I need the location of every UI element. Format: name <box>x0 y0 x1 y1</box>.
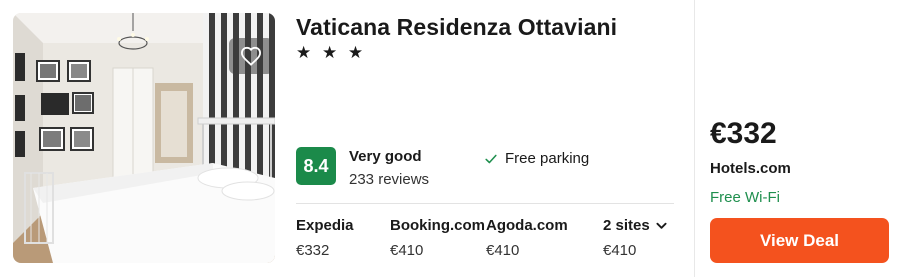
site-offer-agoda[interactable]: Agoda.com €410 <box>486 217 568 259</box>
hotel-star-rating: ★ ★ ★ <box>296 43 367 62</box>
site-name: Expedia <box>296 217 354 234</box>
hotel-result-card: Vaticana Residenza Ottaviani ★ ★ ★ 8.4 V… <box>0 0 906 277</box>
heart-icon <box>240 46 262 66</box>
review-count[interactable]: 233 reviews <box>349 171 429 188</box>
divider <box>296 203 674 204</box>
more-sites-label: 2 sites <box>603 217 650 234</box>
site-price: €332 <box>296 242 330 259</box>
amenity-label: Free parking <box>505 150 590 167</box>
rating-score-badge: 8.4 <box>296 147 336 185</box>
site-offer-more[interactable]: 2 sites €410 <box>603 217 667 259</box>
hotel-photo[interactable] <box>13 13 275 263</box>
chevron-down-icon <box>656 222 667 229</box>
site-price: €410 <box>390 242 424 259</box>
more-sites-toggle[interactable]: 2 sites <box>603 217 667 234</box>
amenity-free-parking: Free parking <box>484 150 589 167</box>
check-icon <box>485 154 497 163</box>
deal-price: €332 <box>710 117 777 150</box>
column-divider <box>694 0 695 277</box>
deal-provider: Hotels.com <box>710 160 791 177</box>
rating-label: Very good <box>349 148 422 165</box>
site-offer-expedia[interactable]: Expedia €332 <box>296 217 354 259</box>
site-price: €410 <box>603 242 637 259</box>
site-name: Agoda.com <box>486 217 568 234</box>
favorite-button[interactable] <box>229 38 273 74</box>
view-deal-button[interactable]: View Deal <box>710 218 889 263</box>
hotel-name[interactable]: Vaticana Residenza Ottaviani <box>296 14 617 41</box>
site-name: Booking.com <box>390 217 486 234</box>
site-offer-booking[interactable]: Booking.com €410 <box>390 217 485 259</box>
deal-perk: Free Wi-Fi <box>710 189 780 206</box>
site-price: €410 <box>486 242 520 259</box>
